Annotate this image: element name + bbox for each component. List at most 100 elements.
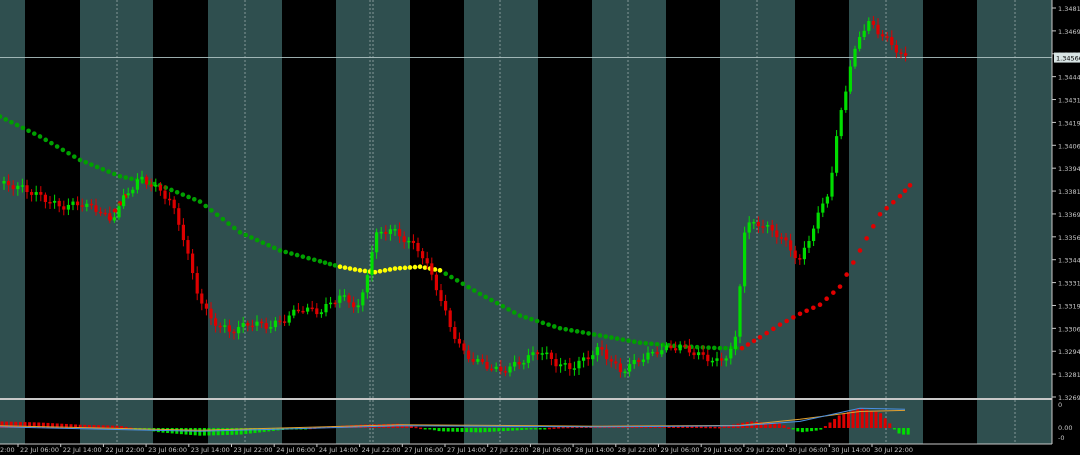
ma-dot-green [511, 310, 517, 315]
candle-body [122, 195, 126, 207]
candle-body [301, 310, 305, 313]
candle-body [278, 320, 282, 323]
ma-dot-green [649, 341, 654, 347]
candle-body [687, 345, 691, 353]
ma-dot-yellow [422, 265, 428, 270]
oscillator-bar [497, 428, 501, 432]
ma-dot-green [614, 336, 620, 341]
candle-body [352, 302, 356, 308]
ma-dot-green [563, 326, 569, 332]
oscillator-bar [419, 427, 423, 430]
candle-body [490, 368, 494, 371]
candle-body [632, 359, 636, 365]
candle-body [706, 354, 710, 362]
time-tick-label: 24 Jul 22:00 [362, 446, 401, 454]
candle-body [904, 53, 908, 56]
time-tick-label: 23 Jul 22:00 [234, 446, 273, 454]
ma-dot-green [443, 271, 449, 277]
oscillator-bar [892, 428, 896, 430]
ma-dot-green [540, 320, 546, 326]
candle-body [692, 352, 696, 356]
candle-body [756, 221, 760, 227]
price-tick-label: 1.33815 [1058, 188, 1080, 196]
time-tick-label: 23 Jul 06:00 [148, 446, 187, 454]
candle-body [379, 231, 383, 234]
oscillator-bar [207, 428, 211, 436]
ma-dot-green [322, 260, 328, 265]
candle-body [214, 318, 218, 326]
candle-body [720, 358, 724, 361]
ma-dot-green [260, 240, 266, 245]
ma-dot-yellow [337, 264, 343, 270]
oscillator-bar [432, 428, 436, 431]
candle-body [862, 30, 866, 38]
ma-dot-yellow [397, 265, 403, 271]
ma-dot-green [243, 232, 249, 238]
candle-body [793, 250, 797, 259]
oscillator-bar [865, 409, 869, 428]
ma-dot-green [271, 245, 277, 251]
ma-dot-green [14, 122, 20, 128]
sar-dot-red [797, 311, 803, 317]
oscillator-bar [814, 428, 818, 431]
price-axis: 1.348151.346901.345651.344401.343151.341… [1051, 0, 1080, 455]
ma-dot-green [546, 322, 551, 327]
session-band [592, 0, 666, 444]
ma-dot-green [49, 140, 54, 146]
candle-body [204, 303, 208, 309]
ma-dot-green [220, 216, 226, 222]
oscillator-bar [869, 410, 873, 428]
ma-dot-green [557, 325, 563, 331]
ma-dot-green [117, 173, 123, 179]
candle-body [421, 251, 425, 259]
price-tick-label: 1.34315 [1058, 97, 1080, 105]
candle-body [80, 205, 84, 207]
ma-dot-green [226, 221, 231, 226]
ma-dot-green [231, 225, 237, 231]
ma-dot-yellow [347, 266, 353, 271]
candle-body [89, 203, 93, 206]
ma-dot-green [129, 176, 134, 182]
candle-body [99, 211, 103, 214]
price-tick-label: 1.33940 [1058, 165, 1080, 173]
candle-body [871, 21, 875, 25]
ma-dot-yellow [362, 268, 368, 274]
candle-body [347, 295, 351, 303]
candle-body [697, 352, 701, 356]
candle-body [181, 224, 185, 241]
candle-body [264, 323, 268, 329]
ma-dot-green [586, 331, 591, 336]
oscillator-bar [846, 412, 850, 428]
time-tick-label: 22 Jul 06:00 [20, 446, 59, 454]
ma-dot-yellow [382, 268, 388, 273]
candle-body [140, 176, 144, 180]
oscillator-bar [478, 428, 482, 433]
candle-body [540, 353, 544, 355]
candle-body [237, 326, 241, 334]
ma-dot-green [9, 119, 14, 125]
sar-dot-red [851, 260, 856, 265]
candle-body [370, 252, 374, 276]
candle-body [241, 322, 245, 327]
sar-dot-red [857, 248, 863, 253]
current-price-label: 1.34566 [1056, 55, 1080, 63]
ma-dot-green [580, 330, 586, 335]
oscillator-bar [543, 428, 547, 430]
ma-dot-green [449, 274, 454, 280]
candle-body [292, 309, 296, 316]
oscillator-bar [708, 426, 712, 429]
candle-body [678, 345, 682, 351]
price-tick-label: 1.34815 [1058, 5, 1080, 13]
candle-body [770, 225, 774, 231]
oscillator-bar [800, 428, 804, 433]
candle-body [223, 325, 227, 327]
oscillator-bar [469, 428, 473, 433]
oscillator-bar [888, 423, 892, 428]
price-tick-label: 1.33315 [1058, 280, 1080, 288]
sar-dot-red [739, 345, 745, 351]
oscillator-bar [557, 427, 561, 429]
ma-dot-green [551, 324, 557, 329]
candle-body [246, 322, 250, 326]
candle-body [503, 371, 507, 373]
candle-body [549, 352, 553, 359]
